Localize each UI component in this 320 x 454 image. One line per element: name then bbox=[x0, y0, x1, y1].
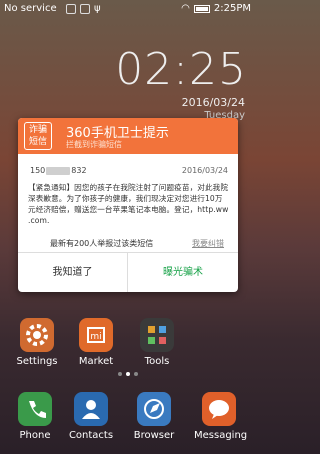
wifi-icon: ◠ bbox=[181, 3, 190, 14]
sender-prefix: 150 bbox=[30, 166, 46, 175]
lockscreen-clock: 02:25 bbox=[115, 44, 247, 95]
notification-icons: ψ bbox=[66, 4, 104, 14]
logo-line2: 短信 bbox=[28, 137, 47, 147]
lockscreen-date: 2016/03/24 bbox=[181, 96, 245, 109]
status-time: 2:25PM bbox=[213, 3, 251, 14]
app-label: Market bbox=[78, 356, 114, 367]
message-sender: 150 832 bbox=[30, 166, 87, 175]
phone-icon bbox=[18, 392, 52, 426]
fraud-sms-dialog: 诈骗 短信 360手机卫士提示 拦截到诈骗短信 150 832 2016/03/… bbox=[18, 118, 238, 292]
dialog-subtitle: 拦截到诈骗短信 bbox=[66, 140, 122, 149]
page-dot bbox=[118, 372, 122, 376]
fraud-sms-logo: 诈骗 短信 bbox=[24, 122, 52, 150]
browser-icon bbox=[137, 392, 171, 426]
report-error-link[interactable]: 我要纠错 bbox=[192, 238, 224, 249]
status-right: ◠ 2:25PM bbox=[181, 0, 251, 18]
messaging-icon bbox=[202, 392, 236, 426]
status-bar: No service ψ ◠ 2:25PM bbox=[0, 0, 255, 18]
dismiss-button[interactable]: 我知道了 bbox=[18, 253, 128, 292]
message-date: 2016/03/24 bbox=[181, 166, 228, 175]
app-messaging[interactable]: Messaging bbox=[194, 392, 248, 441]
gear-icon bbox=[20, 318, 54, 352]
svg-text:mi: mi bbox=[90, 332, 101, 342]
dialog-buttons: 我知道了 曝光骗术 bbox=[18, 252, 238, 292]
report-count: 最新有200人举报过该类短信 bbox=[50, 239, 154, 248]
market-icon: mi bbox=[79, 318, 113, 352]
page-dot bbox=[134, 372, 138, 376]
app-label: Settings bbox=[16, 356, 58, 367]
app-browser[interactable]: Browser bbox=[129, 392, 179, 441]
sender-suffix: 832 bbox=[71, 166, 87, 175]
app-tools[interactable]: Tools bbox=[132, 318, 182, 367]
app-label: Phone bbox=[19, 430, 51, 441]
usb-icon: ψ bbox=[94, 3, 101, 14]
page-indicator bbox=[118, 372, 138, 376]
dialog-header: 诈骗 短信 360手机卫士提示 拦截到诈骗短信 bbox=[18, 118, 238, 154]
app-settings[interactable]: Settings bbox=[12, 318, 62, 367]
logo-line1: 诈骗 bbox=[28, 125, 47, 135]
notification-image-icon bbox=[66, 4, 76, 14]
app-contacts[interactable]: Contacts bbox=[66, 392, 116, 441]
app-label: Browser bbox=[133, 430, 175, 441]
app-phone[interactable]: Phone bbox=[10, 392, 60, 441]
app-label: Messaging bbox=[194, 430, 248, 441]
contacts-icon bbox=[74, 392, 108, 426]
notification-app-icon bbox=[80, 4, 90, 14]
app-label: Tools bbox=[144, 356, 170, 367]
redacted-number bbox=[46, 166, 71, 175]
message-body: 【紧急通知】因您的孩子在我院注射了问题疫苗，对此我院深表歉意。为了你孩子的健康，… bbox=[28, 183, 229, 225]
app-label: Contacts bbox=[68, 430, 114, 441]
expose-fraud-button[interactable]: 曝光骗术 bbox=[128, 253, 238, 292]
tools-icon bbox=[140, 318, 174, 352]
dock: Phone Contacts Browser Messaging bbox=[0, 384, 255, 454]
app-market[interactable]: mi Market bbox=[71, 318, 121, 367]
page-dot-active bbox=[126, 372, 130, 376]
battery-icon bbox=[193, 5, 210, 13]
carrier-label: No service bbox=[4, 3, 57, 14]
